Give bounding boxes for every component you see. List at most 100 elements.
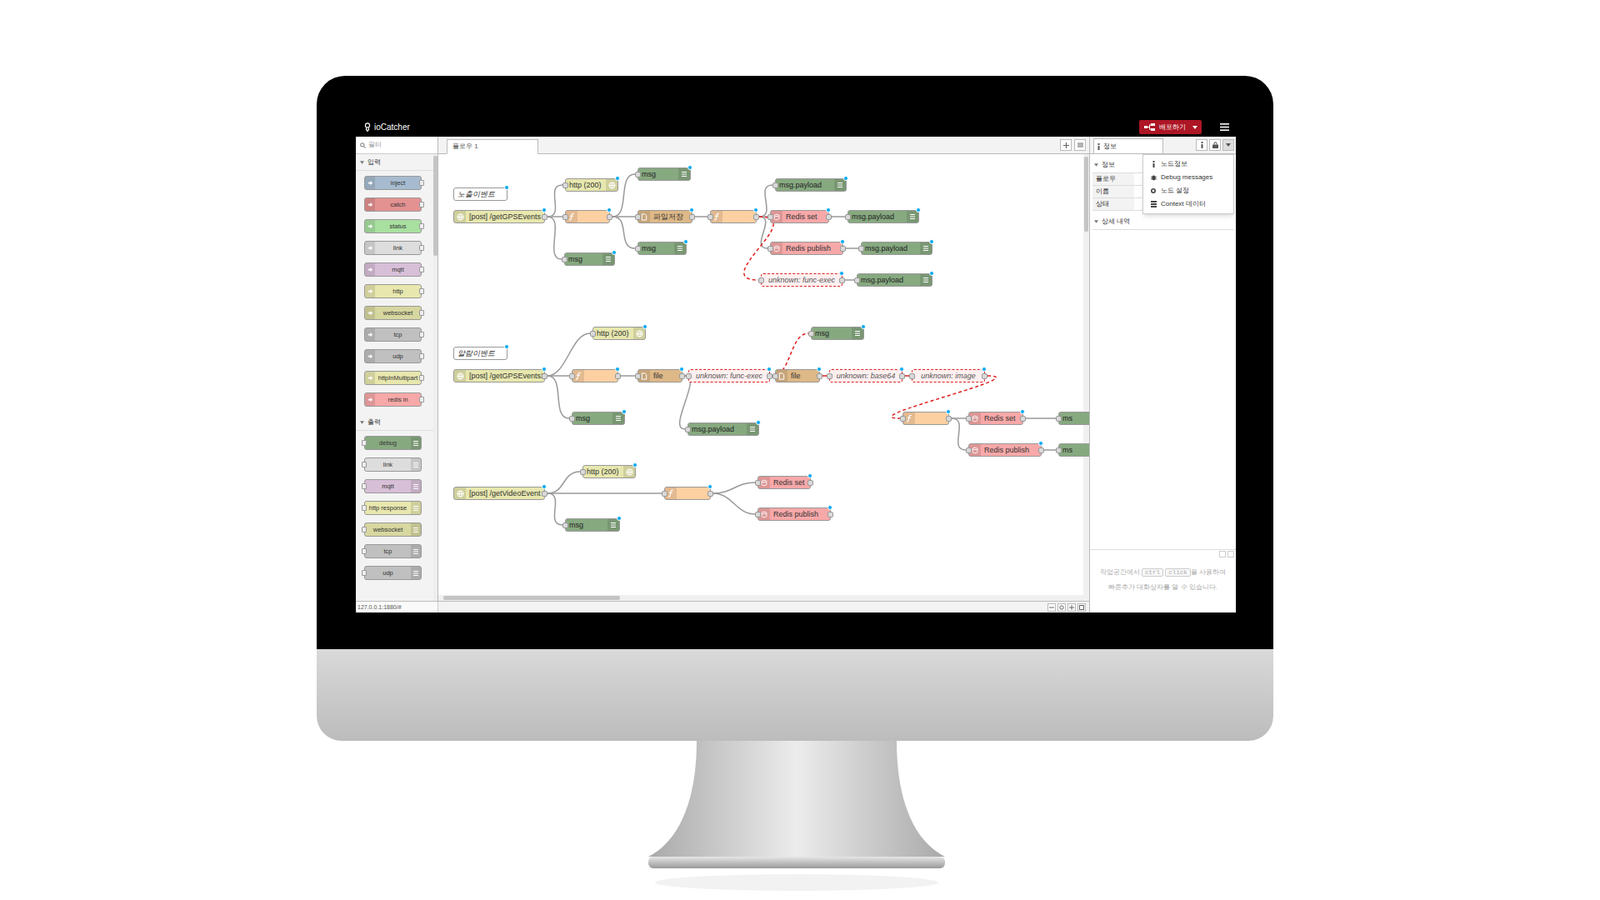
palette-node[interactable]: tcp xyxy=(364,327,422,342)
canvas-vscroll-thumb[interactable] xyxy=(1084,156,1089,232)
output-port[interactable] xyxy=(899,373,905,380)
flow-node[interactable]: 노출이벤트 xyxy=(453,187,508,201)
flow-node[interactable]: msg xyxy=(810,326,865,340)
palette-node[interactable]: redis in xyxy=(364,392,422,407)
flow-node[interactable] xyxy=(664,486,711,500)
wire[interactable] xyxy=(713,493,755,515)
flow-node[interactable]: Redis set xyxy=(770,210,830,224)
palette-node[interactable]: status xyxy=(364,219,422,234)
input-port[interactable] xyxy=(685,426,691,433)
navigator-icon[interactable] xyxy=(1077,603,1086,612)
output-port[interactable] xyxy=(807,480,814,486)
wire[interactable] xyxy=(680,375,691,430)
output-port[interactable] xyxy=(541,490,548,497)
output-port[interactable] xyxy=(679,373,685,380)
palette-category[interactable]: 출력 xyxy=(355,414,434,431)
zoom-out-icon[interactable] xyxy=(1047,603,1056,612)
input-port[interactable] xyxy=(758,277,765,284)
output-port[interactable] xyxy=(541,373,548,380)
input-port[interactable] xyxy=(561,256,568,263)
input-port[interactable] xyxy=(767,214,774,220)
palette-node[interactable]: http xyxy=(364,284,422,299)
wire[interactable] xyxy=(547,493,563,525)
output-port[interactable] xyxy=(615,373,621,380)
sidebar-section-header[interactable]: 상세 내역 xyxy=(1090,214,1236,230)
input-port[interactable] xyxy=(635,214,641,220)
palette-node[interactable]: websocket xyxy=(364,522,422,537)
wire[interactable] xyxy=(547,471,580,494)
flow-node[interactable] xyxy=(710,210,757,224)
flow-node[interactable]: msg.payload xyxy=(775,178,847,192)
output-port[interactable] xyxy=(753,214,760,220)
output-port[interactable] xyxy=(827,511,834,518)
palette-node[interactable]: http response xyxy=(364,500,422,515)
zoom-in-icon[interactable] xyxy=(1067,603,1076,612)
input-port[interactable] xyxy=(909,373,915,380)
output-port[interactable] xyxy=(825,214,832,220)
wire[interactable] xyxy=(547,375,570,419)
input-port[interactable] xyxy=(900,415,906,422)
output-port[interactable] xyxy=(816,373,823,380)
wire[interactable] xyxy=(845,247,859,250)
flow-tab[interactable]: 플로우 1 xyxy=(446,139,539,155)
flow-node[interactable]: http (200) xyxy=(592,326,646,340)
flow-node[interactable]: msg.payload xyxy=(687,422,760,436)
input-port[interactable] xyxy=(826,373,833,380)
wire[interactable] xyxy=(1044,449,1056,451)
wire[interactable] xyxy=(1025,417,1056,420)
logo[interactable]: ioCatcher xyxy=(364,122,410,132)
palette-node[interactable]: mqtt xyxy=(364,479,422,494)
input-port[interactable] xyxy=(808,330,815,337)
flow-node[interactable] xyxy=(571,369,619,383)
flow-node[interactable]: msg.payload xyxy=(860,241,933,255)
flow-node[interactable]: http (200) xyxy=(582,465,636,479)
input-port[interactable] xyxy=(569,373,575,380)
canvas-hscrollbar[interactable] xyxy=(438,595,1090,601)
input-port[interactable] xyxy=(635,171,641,178)
palette-node[interactable]: httpInMultipart xyxy=(364,370,422,385)
flow-node[interactable]: Redis set xyxy=(757,475,811,490)
input-port[interactable] xyxy=(685,373,692,380)
input-port[interactable] xyxy=(965,447,972,454)
input-port[interactable] xyxy=(707,214,714,220)
input-port[interactable] xyxy=(562,522,569,529)
wire[interactable] xyxy=(547,216,562,260)
input-port[interactable] xyxy=(1055,447,1062,454)
output-port[interactable] xyxy=(839,277,845,284)
sidebar-tab[interactable]: 정보 xyxy=(1093,138,1164,154)
input-port[interactable] xyxy=(590,330,596,337)
flow-node[interactable]: 알람이벤트 xyxy=(453,346,508,360)
output-port[interactable] xyxy=(1020,415,1026,422)
wire[interactable] xyxy=(744,216,774,280)
deploy-button[interactable]: 배포하기 xyxy=(1139,120,1202,135)
palette-node[interactable]: tcp xyxy=(364,544,422,559)
output-port[interactable] xyxy=(766,373,773,380)
input-port[interactable] xyxy=(755,511,761,518)
flow-canvas[interactable]: 노출이벤트[post] /getGPSEventshttp (200)msgms… xyxy=(438,154,1090,601)
sidebar-menu-item[interactable]: Context 데이터 xyxy=(1143,197,1234,211)
palette-node[interactable]: mqtt xyxy=(364,262,422,277)
flow-node[interactable]: msg xyxy=(565,518,620,532)
lock-icon[interactable] xyxy=(1209,139,1221,151)
canvas-vscrollbar[interactable] xyxy=(1083,154,1090,601)
wire[interactable] xyxy=(845,279,855,281)
wire[interactable] xyxy=(547,492,662,495)
palette-node[interactable]: link xyxy=(364,240,422,255)
input-port[interactable] xyxy=(845,214,851,220)
output-port[interactable] xyxy=(541,214,548,220)
flow-node[interactable]: http (200) xyxy=(565,178,619,192)
palette-scrollbar[interactable] xyxy=(433,154,438,601)
input-port[interactable] xyxy=(965,415,972,422)
output-port[interactable] xyxy=(606,214,613,220)
flow-node[interactable]: msg xyxy=(637,241,687,255)
sidebar-menu-item[interactable]: 노드 설정 xyxy=(1143,184,1234,198)
flow-node[interactable]: [post] /getVideoEvent xyxy=(453,486,545,500)
flow-node[interactable]: unknown: image xyxy=(911,369,985,383)
flow-node[interactable]: msg.payload xyxy=(847,210,920,224)
palette-node[interactable]: websocket xyxy=(364,305,422,320)
flow-node[interactable]: Redis publish xyxy=(968,443,1042,457)
flow-node[interactable]: Redis publish xyxy=(757,507,831,521)
flow-node[interactable]: msg.payload xyxy=(856,273,933,287)
output-port[interactable] xyxy=(840,245,846,252)
expand-icon[interactable] xyxy=(1219,550,1226,558)
